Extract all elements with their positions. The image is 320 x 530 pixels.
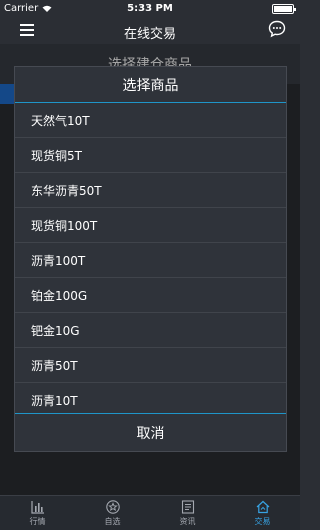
tab-market[interactable]: 行情 xyxy=(0,496,75,530)
product-list: 天然气10T 现货铜5T 东华沥青50T 现货铜100T 沥青100T 铂金10… xyxy=(15,103,286,415)
news-icon xyxy=(181,499,194,514)
trade-home-icon xyxy=(256,500,269,513)
list-item[interactable]: 东华沥青50T xyxy=(15,173,286,208)
tab-watchlist[interactable]: 自选 xyxy=(75,496,150,530)
star-icon xyxy=(105,499,120,514)
list-item[interactable]: 沥青100T xyxy=(15,243,286,278)
list-item[interactable]: 钯金10G xyxy=(15,313,286,348)
tab-label: 自选 xyxy=(104,516,121,526)
tab-label: 交易 xyxy=(254,516,271,526)
list-item[interactable]: 沥青10T xyxy=(15,383,286,415)
chart-bar-icon xyxy=(30,500,44,514)
tab-label: 资讯 xyxy=(179,516,196,526)
status-time: 5:33 PM xyxy=(127,3,173,14)
chat-bubble-icon[interactable] xyxy=(268,20,286,38)
tab-news[interactable]: 资讯 xyxy=(150,496,225,530)
page-title: 在线交易 xyxy=(123,27,176,42)
list-item[interactable]: 现货铜100T xyxy=(15,208,286,243)
list-item[interactable]: 沥青50T xyxy=(15,348,286,383)
list-item[interactable]: 现货铜5T xyxy=(15,138,286,173)
status-bar: Carrier 5:33 PM xyxy=(0,0,300,18)
modal-title: 选择商品 xyxy=(15,67,286,103)
tab-label: 行情 xyxy=(29,516,46,526)
nav-bar: 在线交易 xyxy=(0,18,300,44)
tab-trade[interactable]: 交易 xyxy=(225,496,300,530)
battery-icon xyxy=(272,4,296,14)
list-item[interactable]: 铂金100G xyxy=(15,278,286,313)
cancel-button[interactable]: 取消 xyxy=(15,413,286,451)
list-item[interactable]: 天然气10T xyxy=(15,103,286,138)
product-picker-modal: 选择商品 天然气10T 现货铜5T 东华沥青50T 现货铜100T 沥青100T… xyxy=(14,66,287,452)
tab-bar: 行情 自选 资讯 交易 xyxy=(0,495,300,530)
